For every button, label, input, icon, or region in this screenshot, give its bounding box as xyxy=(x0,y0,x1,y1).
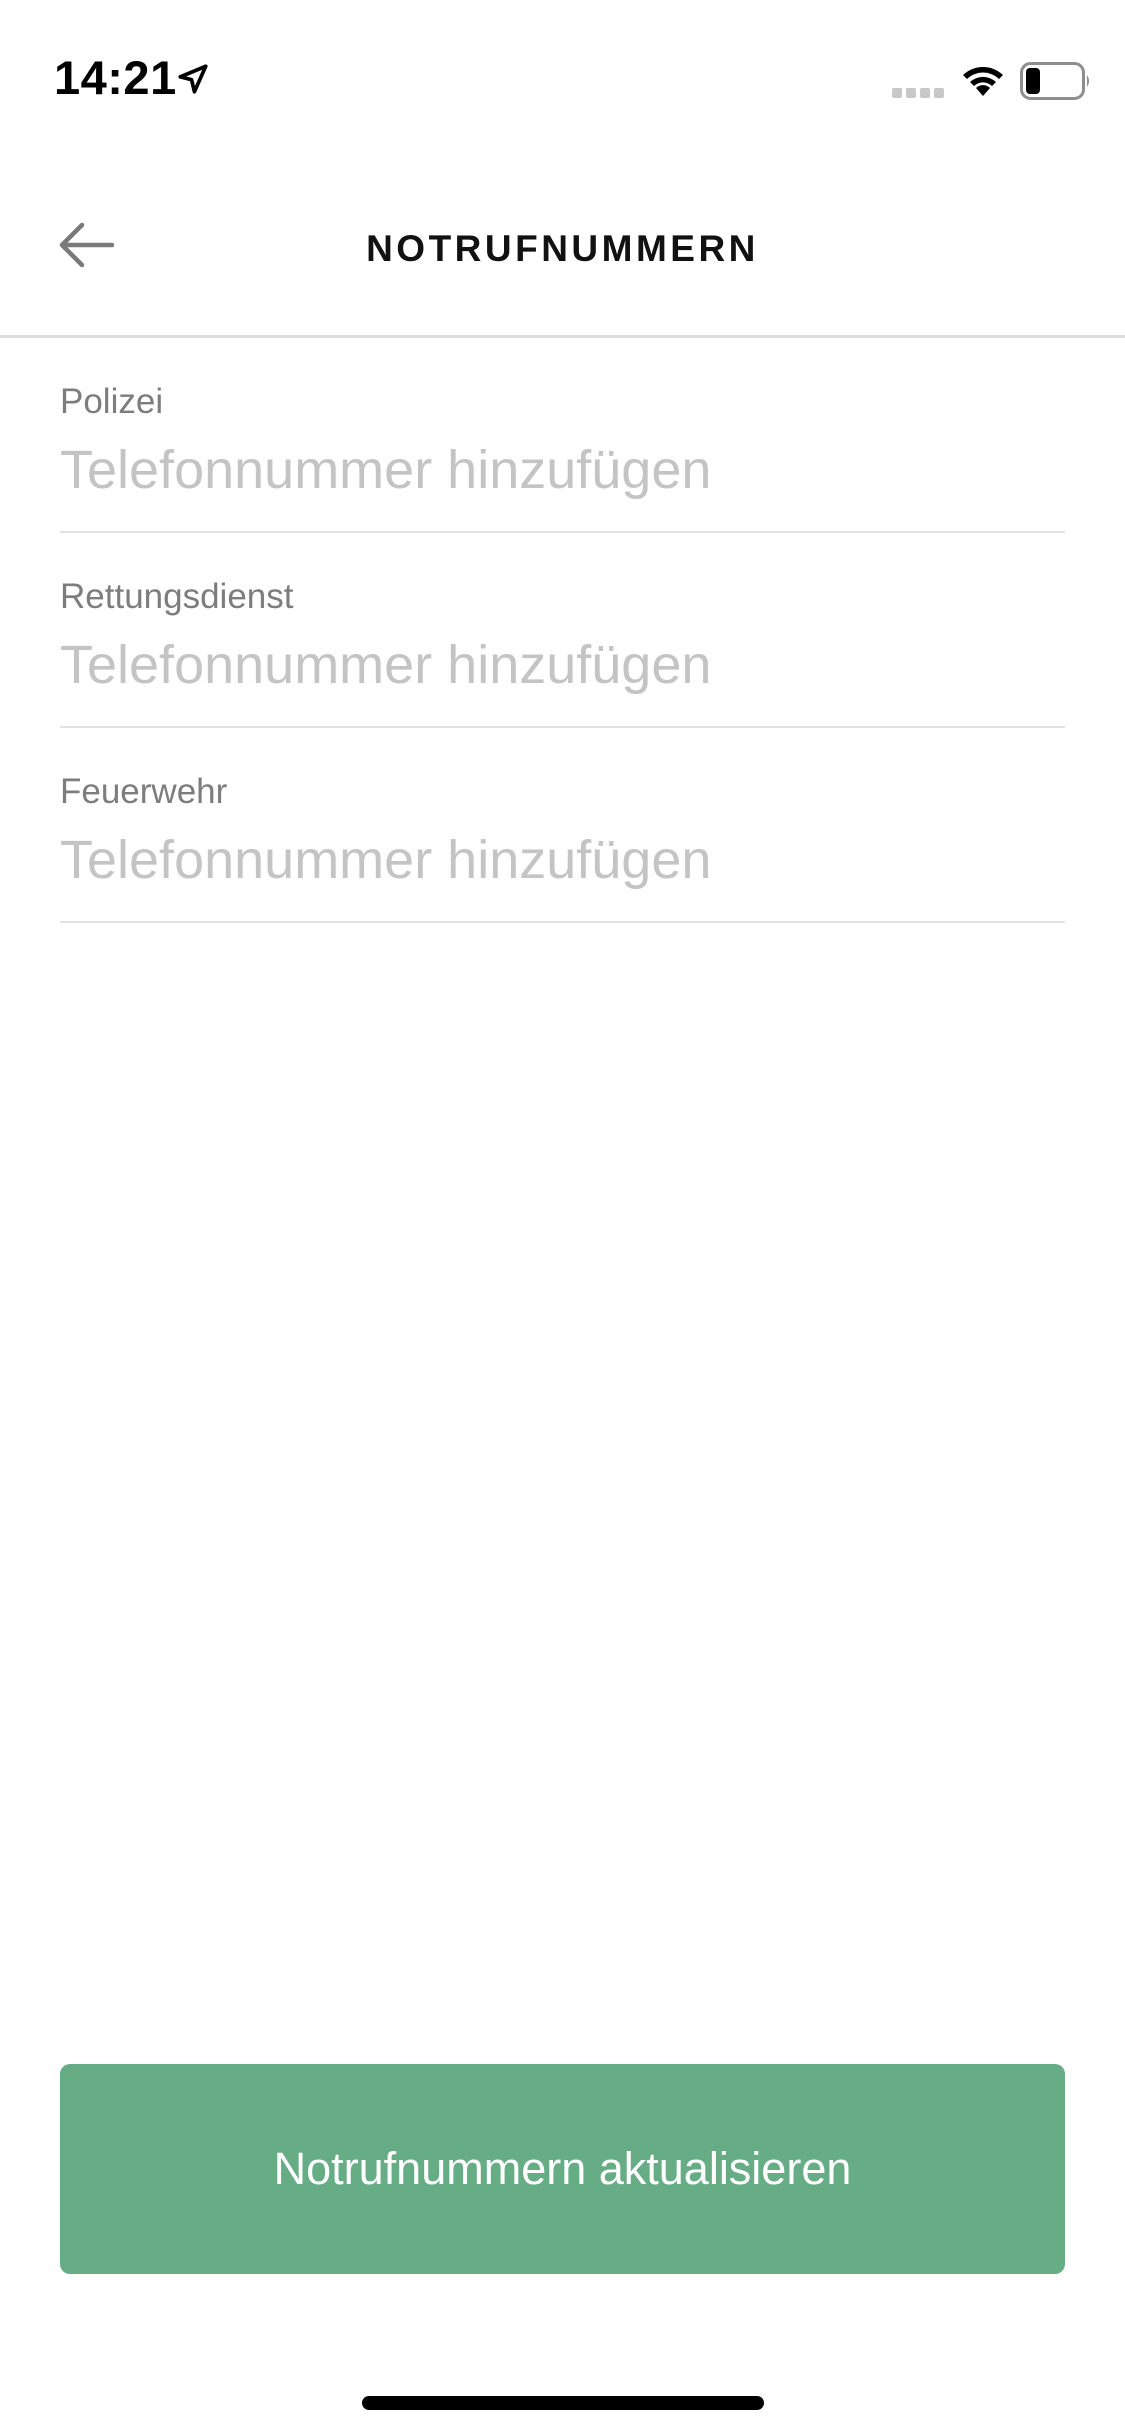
home-indicator xyxy=(362,2396,764,2410)
signal-icon xyxy=(892,88,944,98)
page-title: NOTRUFNUMMERN xyxy=(366,228,759,269)
field-police: Polizei xyxy=(60,338,1065,533)
emergency-numbers-screen: 14:21 NOTRUFNUMMERN Polizei Telefonnumme… xyxy=(0,0,1125,2436)
status-time: 14:21 xyxy=(54,51,177,104)
battery-icon xyxy=(1020,62,1089,100)
navigation-bar: NOTRUFNUMMERN xyxy=(0,150,1125,338)
field-ambulance: Rettungsdienst xyxy=(60,533,1065,728)
wifi-icon xyxy=(963,67,1003,96)
update-emergency-numbers-button[interactable]: Notrufnummern aktualisieren xyxy=(60,2064,1065,2274)
emergency-number-form: Polizei Rettungsdienst Feuerwehr xyxy=(60,338,1065,923)
field-fire-department: Feuerwehr xyxy=(60,728,1065,923)
field-label-police: Polizei xyxy=(60,382,164,421)
field-label-fire-department: Feuerwehr xyxy=(60,772,228,811)
status-bar: 14:21 xyxy=(0,0,1125,150)
fire-department-phone-input[interactable] xyxy=(60,824,1065,896)
police-phone-input[interactable] xyxy=(60,434,1065,506)
field-label-ambulance: Rettungsdienst xyxy=(60,577,294,616)
location-arrow-icon xyxy=(178,64,208,94)
ambulance-phone-input[interactable] xyxy=(60,629,1065,701)
